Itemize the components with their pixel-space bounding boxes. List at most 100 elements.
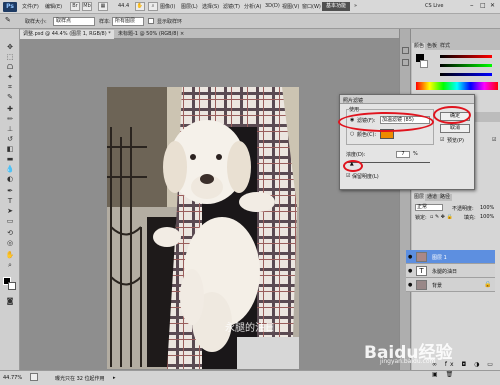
3d-camera-icon[interactable]: ◎ [5, 239, 15, 247]
green-slider[interactable] [440, 64, 492, 67]
blend-mode-select[interactable]: 正常 [415, 204, 443, 211]
cs-live-button[interactable]: CS Live [425, 3, 443, 9]
menu-analysis[interactable]: 分析(A) [244, 3, 261, 10]
use-group-label: 使用 [349, 106, 360, 113]
density-unit: % [413, 151, 418, 157]
minibridge-icon[interactable]: Mb [82, 2, 92, 11]
quick-select-icon[interactable]: ✦ [5, 73, 15, 81]
status-arrow-icon[interactable]: ▸ [113, 375, 116, 381]
stamp-icon[interactable]: ⊥ [5, 125, 15, 133]
photoshop-logo: Ps [3, 2, 17, 12]
status-doc-info: 曝光只在 32 位起作用 [55, 376, 105, 382]
eye-icon[interactable]: ● [408, 254, 412, 260]
show-ring-checkbox[interactable] [148, 18, 154, 24]
zoom-readout[interactable]: 44.4 [118, 3, 129, 9]
panel-dock: 颜色 色板 样式 调整 蒙版 ☑ 图层 通道 路径 正常 不透明度: 100% … [399, 29, 500, 378]
tab-paths[interactable]: 路径 [438, 194, 453, 201]
path-select-icon[interactable]: ➤ [5, 207, 15, 215]
layer-row[interactable]: ● 图层 1 [406, 250, 495, 264]
density-label: 浓度(D): [346, 152, 366, 158]
marquee-icon[interactable]: ⬚ [5, 53, 15, 61]
restore-icon[interactable]: □ [480, 2, 486, 9]
type-icon[interactable]: T [5, 197, 15, 205]
preview-label: 预览(P) [447, 138, 464, 144]
pen-icon[interactable]: ✒ [5, 187, 15, 195]
sample-select[interactable]: 所有图层 [112, 17, 144, 26]
sample-label: 样本: [99, 19, 111, 25]
close-icon[interactable]: ✕ [490, 2, 495, 9]
lasso-icon[interactable]: ᗝ [5, 63, 15, 71]
color-spectrum[interactable] [416, 82, 498, 90]
history-panel-icon[interactable] [402, 47, 409, 54]
status-icon [30, 373, 38, 381]
document-tabs: 调整.psd @ 44.4% (图层 1, RGB/8) * 未标题-1 @ 5… [20, 29, 399, 39]
toolbox: ✥ ⬚ ᗝ ✦ ⌗ ✎ ✚ ✏ ⊥ ↺ ◧ ▬ 💧 ◐ ✒ T ➤ ▭ ⟲ ◎ … [0, 29, 20, 370]
layer-row[interactable]: ● T 永腿的油日 [406, 264, 495, 278]
menu-edit[interactable]: 编辑(E) [45, 3, 62, 10]
move-icon[interactable]: ✥ [5, 43, 15, 51]
menu-3d[interactable]: 3D(D) [265, 3, 280, 9]
menu-image[interactable]: 图像(I) [160, 3, 175, 10]
tab-color[interactable]: 颜色 [412, 43, 427, 50]
menu-filter[interactable]: 滤镜(T) [223, 3, 240, 10]
fill-value[interactable]: 100% [480, 214, 494, 220]
tab-swatches[interactable]: 色板 [425, 43, 440, 50]
workspace-switcher[interactable]: 基本功能 [322, 2, 350, 11]
minimize-icon[interactable]: – [470, 1, 474, 9]
dodge-icon[interactable]: ◐ [5, 175, 15, 183]
eraser-icon[interactable]: ◧ [5, 145, 15, 153]
preserve-checkbox[interactable]: ☑ [346, 173, 350, 179]
menu-view[interactable]: 视图(V) [282, 3, 299, 10]
zoom-icon[interactable]: ⌕ [5, 261, 15, 269]
density-input[interactable]: 7 [396, 151, 410, 158]
dialog-titlebar[interactable]: 照片滤镜 [340, 95, 474, 104]
blue-slider[interactable] [440, 73, 492, 76]
sample-size-select[interactable]: 取样点 [53, 17, 95, 26]
tab-untitled[interactable]: 未标题-1 @ 50% (RGB/8) × [115, 30, 187, 39]
hand-icon[interactable]: ✋ [135, 2, 145, 11]
highlight-oval-filter [338, 112, 434, 132]
cancel-button[interactable]: 取消 [440, 124, 470, 133]
lock-icons[interactable]: ▫ ✎ ✥ 🔒 [430, 214, 453, 220]
healing-icon[interactable]: ✚ [5, 105, 15, 113]
layer-row[interactable]: ● 背景 🔒 [406, 278, 495, 292]
tab-layers[interactable]: 图层 [412, 194, 427, 201]
zoom-icon[interactable]: ⌕ [148, 2, 158, 11]
gradient-icon[interactable]: ▬ [5, 155, 15, 163]
blur-icon[interactable]: 💧 [5, 165, 15, 173]
color-radio[interactable]: ○ [350, 131, 354, 137]
zoom-level[interactable]: 44.77% [3, 375, 22, 381]
tab-channels[interactable]: 通道 [425, 194, 440, 201]
menu-layer[interactable]: 图层(L) [181, 3, 198, 10]
crop-icon[interactable]: ⌗ [5, 83, 15, 91]
menu-select[interactable]: 选择(S) [202, 3, 219, 10]
grid-icon[interactable]: ▦ [98, 2, 108, 11]
menu-file[interactable]: 文件(F) [22, 3, 39, 10]
quick-mask-icon[interactable]: ◙ [5, 297, 15, 305]
eye-icon[interactable]: ● [408, 268, 412, 274]
actions-panel-icon[interactable] [402, 59, 409, 66]
eyedropper-icon[interactable]: ✎ [5, 93, 15, 101]
document-image[interactable]: 永腿的油日 [107, 87, 299, 369]
tab-styles[interactable]: 样式 [438, 43, 453, 50]
color-radio-label: 颜色(C): [357, 132, 377, 138]
background-color[interactable] [8, 282, 16, 290]
3d-rotate-icon[interactable]: ⟲ [5, 229, 15, 237]
brush-icon[interactable]: ✏ [5, 115, 15, 123]
shape-icon[interactable]: ▭ [5, 217, 15, 225]
red-slider[interactable] [440, 55, 492, 58]
bridge-icon[interactable]: Br [70, 2, 80, 11]
eye-icon[interactable]: ● [408, 282, 412, 288]
menu-window[interactable]: 窗口(W) [302, 3, 321, 10]
hand-icon[interactable]: ✋ [5, 251, 15, 259]
highlight-oval-ok [433, 106, 471, 124]
chevron-right-icon[interactable]: » [354, 3, 357, 9]
bg-swatch[interactable] [420, 60, 428, 68]
eyedropper-icon[interactable]: ✎ [5, 16, 11, 24]
tab-adjust-psd[interactable]: 调整.psd @ 44.4% (图层 1, RGB/8) * [20, 30, 114, 39]
opacity-value[interactable]: 100% [480, 205, 494, 211]
checkbox-icon[interactable]: ☑ [492, 137, 496, 143]
history-brush-icon[interactable]: ↺ [5, 135, 15, 143]
preview-checkbox[interactable]: ☑ [440, 137, 444, 143]
text-layer-icon: T [416, 266, 427, 276]
